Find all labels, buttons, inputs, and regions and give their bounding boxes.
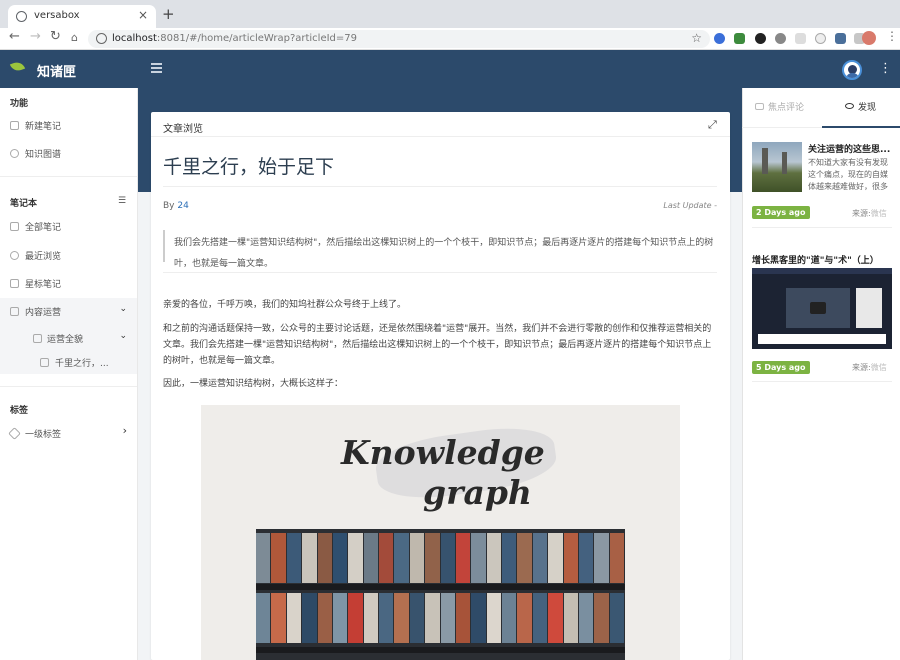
back-icon[interactable]: ← <box>9 29 20 44</box>
divider <box>0 386 137 387</box>
extension-icon[interactable] <box>734 33 745 44</box>
book-icon <box>10 222 19 231</box>
sidebar-item-label: 知识图谱 <box>25 150 62 160</box>
chevron-down-icon: ⌄ <box>119 304 127 314</box>
profile-avatar-icon[interactable] <box>862 31 876 45</box>
graph-icon <box>10 149 19 158</box>
sidebar-item-label: 新建笔记 <box>25 122 62 132</box>
brand-name[interactable]: 知诸匣 <box>37 61 76 80</box>
news-thumbnail[interactable] <box>752 142 802 192</box>
extension-icon[interactable] <box>835 33 846 44</box>
author-link[interactable]: 24 <box>177 201 188 211</box>
user-avatar[interactable] <box>842 60 862 80</box>
home-icon[interactable]: ⌂ <box>71 31 78 44</box>
article-title: 千里之行，始于足下 <box>163 156 335 178</box>
extension-icon[interactable] <box>714 33 725 44</box>
chevron-right-icon: › <box>122 424 127 437</box>
edit-icon <box>10 121 19 130</box>
article-summary-quote: 我们会先搭建一棵"运营知识结构树"，然后描绘出这棵知识树上的一个个枝干，即知识节… <box>163 230 717 269</box>
sidebar-item-current-note[interactable]: 千里之行，... <box>0 349 137 377</box>
news-source: 来源:微信 <box>852 209 887 218</box>
divider <box>752 381 892 382</box>
panel-title: 文章浏览 <box>163 124 203 135</box>
news-description: 不知道大家有没有发现这个痛点，现在的自媒体越来越难做好，很多 <box>808 158 888 191</box>
article-paragraph: 亲爱的各位，千呼万唤，我们的知坞社群公众号终于上线了。 <box>163 300 407 310</box>
tab-focus-comments[interactable]: 焦点评论 <box>755 100 804 113</box>
section-title-notebooks: 笔记本 <box>10 199 38 209</box>
sidebar-item-label: 全部笔记 <box>25 223 62 233</box>
tab-title: versabox <box>34 10 80 21</box>
divider <box>0 176 137 177</box>
extension-icon[interactable] <box>755 33 766 44</box>
sidebar-item-content-ops[interactable]: 内容运营 ⌄ <box>0 298 137 326</box>
news-title[interactable]: 增长黑客里的"道"与"术"（上） <box>752 253 879 266</box>
note-icon <box>40 358 49 367</box>
last-update: Last Update - <box>663 201 717 210</box>
extension-icon[interactable] <box>775 33 786 44</box>
sidebar-item-level1-tag[interactable]: 一级标签 › <box>0 420 137 448</box>
sidebar-item-all-notes[interactable]: 全部笔记 <box>0 213 137 241</box>
clock-icon <box>10 251 19 260</box>
sidebar-item-label: 最近浏览 <box>25 252 62 262</box>
browser-tab[interactable]: versabox × <box>8 5 156 28</box>
time-badge: 2 Days ago <box>752 206 810 219</box>
sidebar-item-label: 运营全貌 <box>47 335 84 345</box>
bookshelf-picture <box>256 529 625 660</box>
author-line: By 24 <box>163 201 189 211</box>
reload-icon[interactable]: ↻ <box>50 29 61 44</box>
knowledge-graph-image: Knowledge graph <box>201 405 680 660</box>
news-title[interactable]: 关注运营的这些思... <box>808 142 896 155</box>
section-title-functions: 功能 <box>10 99 29 109</box>
address-bar[interactable]: localhost:8081/#/home/articleWrap?articl… <box>88 30 710 48</box>
menu-toggle-icon[interactable] <box>151 63 162 74</box>
sidebar-item-new-note[interactable]: 新建笔记 <box>0 112 137 140</box>
sidebar-item-label: 星标笔记 <box>25 280 62 290</box>
info-icon[interactable] <box>96 33 107 44</box>
new-tab-button[interactable]: + <box>162 5 175 23</box>
news-thumbnail[interactable] <box>752 268 892 349</box>
tag-icon <box>8 427 21 440</box>
bookmark-star-icon[interactable]: ☆ <box>691 31 702 45</box>
more-options-icon[interactable]: ⋮ <box>879 61 892 76</box>
browser-menu-icon[interactable]: ⋮ <box>886 29 898 43</box>
folder-icon <box>10 307 19 316</box>
globe-icon <box>16 11 27 22</box>
sidebar-item-label: 内容运营 <box>25 308 62 318</box>
filter-settings-icon[interactable]: ☰ <box>118 196 126 206</box>
eye-icon <box>845 103 854 109</box>
news-source: 来源:微信 <box>852 363 887 372</box>
url-text: localhost:8081/#/home/articleWrap?articl… <box>112 33 358 44</box>
extension-icon[interactable] <box>795 33 806 44</box>
star-icon <box>10 279 19 288</box>
tab-discover[interactable]: 发现 <box>845 100 876 113</box>
active-tab-indicator <box>822 126 900 128</box>
divider <box>752 227 892 228</box>
image-text: graph <box>423 473 532 512</box>
sidebar-item-knowledge-graph[interactable]: 知识图谱 <box>0 140 137 168</box>
article-paragraph: 因此，一棵运营知识结构树，大概长这样子： <box>163 379 344 389</box>
sidebar-item-label: 一级标签 <box>25 430 62 440</box>
image-text: Knowledge <box>341 433 545 472</box>
folder-icon <box>33 334 42 343</box>
section-title-tags: 标签 <box>10 406 29 416</box>
close-tab-icon[interactable]: × <box>138 8 148 22</box>
divider <box>151 136 730 137</box>
divider <box>163 186 717 187</box>
sidebar-item-starred[interactable]: 星标笔记 <box>0 270 137 298</box>
app-header <box>0 50 900 88</box>
comment-icon <box>755 103 764 110</box>
article-paragraph: 和之前的沟通话题保持一致，公众号的主要讨论话题，还是依然围绕着"运营"展开。当然… <box>163 324 712 366</box>
sidebar-item-label: 千里之行，... <box>55 359 109 369</box>
sidebar-item-recent[interactable]: 最近浏览 <box>0 242 137 270</box>
divider <box>163 272 717 273</box>
time-badge: 5 Days ago <box>752 361 810 374</box>
expand-icon[interactable]: ⤢ <box>708 118 717 132</box>
extension-icon[interactable] <box>815 33 826 44</box>
chevron-down-icon: ⌄ <box>119 331 127 341</box>
forward-icon[interactable]: → <box>30 29 41 44</box>
